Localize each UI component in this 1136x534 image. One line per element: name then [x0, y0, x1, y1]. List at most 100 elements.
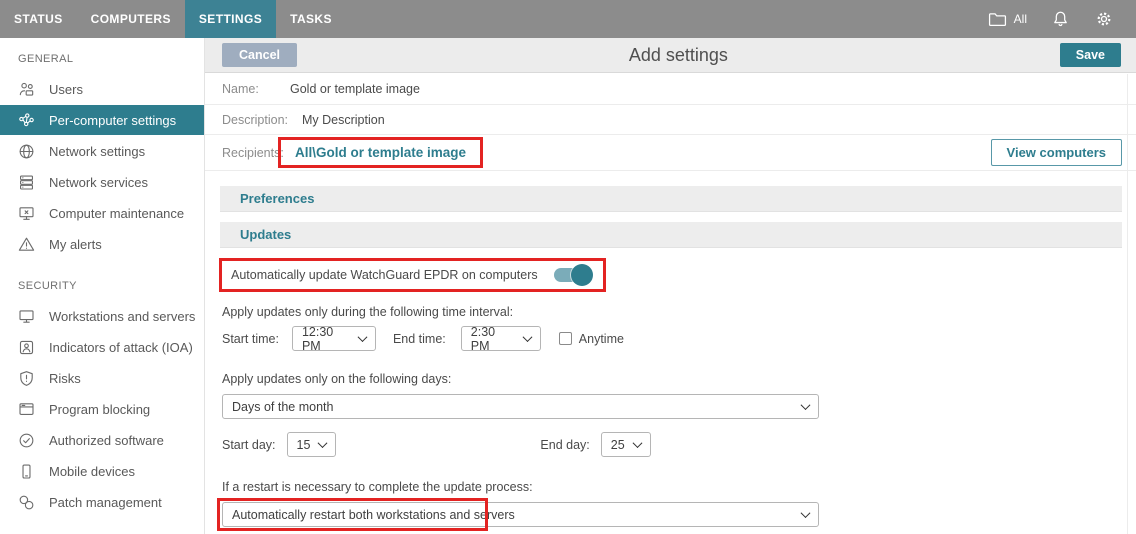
time-interval-row: Start time: 12:30 PM End time: 2:30 PM A… [222, 326, 1136, 351]
auto-update-label: Automatically update WatchGuard EPDR on … [231, 268, 538, 282]
nodes-icon [17, 111, 36, 130]
sidebar-section-title: GENERAL [18, 53, 204, 65]
sidebar-item-label: Mobile devices [49, 464, 135, 479]
recipients-highlight-box: All\Gold or template image [278, 137, 483, 168]
sidebar-item-network-services[interactable]: Network services [0, 167, 204, 197]
main-panel: Cancel Add settings Save Name: Gold or t… [205, 38, 1136, 534]
end-day-select[interactable]: 25 [601, 432, 651, 457]
sidebar-item-label: My alerts [49, 237, 102, 252]
anytime-checkbox[interactable] [559, 332, 572, 345]
group-filter-label: All [1014, 12, 1027, 26]
gear-icon [1094, 9, 1114, 29]
sidebar-item-authorized-software[interactable]: Authorized software [0, 425, 204, 455]
scrollbar-gutter[interactable] [1127, 74, 1128, 534]
anytime-label: Anytime [579, 332, 624, 346]
group-filter[interactable]: All [988, 11, 1027, 27]
preferences-title: Preferences [240, 191, 314, 206]
folder-icon [988, 11, 1007, 27]
settings-menu-button[interactable] [1094, 9, 1114, 29]
recipients-value-link[interactable]: All\Gold or template image [295, 145, 466, 160]
window-icon [17, 400, 36, 419]
shield-alert-icon [17, 369, 36, 388]
sidebar-item-label: Patch management [49, 495, 162, 510]
restart-select[interactable]: Automatically restart both workstations … [222, 502, 819, 527]
chevron-down-icon [632, 438, 642, 448]
end-day-value: 25 [611, 438, 625, 452]
end-time-value: 2:30 PM [471, 325, 515, 353]
start-day-value: 15 [297, 438, 311, 452]
sidebar-item-label: Per-computer settings [49, 113, 176, 128]
sidebar-item-mobile-devices[interactable]: Mobile devices [0, 456, 204, 486]
nav-right-icons: All [988, 0, 1136, 38]
monitor-x-icon [17, 204, 36, 223]
sidebar-item-computer-maintenance[interactable]: Computer maintenance [0, 198, 204, 228]
editor-header: Cancel Add settings Save [205, 38, 1136, 73]
cancel-button[interactable]: Cancel [222, 43, 297, 67]
save-button[interactable]: Save [1060, 43, 1121, 67]
interval-label: Apply updates only during the following … [222, 305, 1136, 319]
updates-content: Automatically update WatchGuard EPDR on … [205, 248, 1136, 527]
section-updates[interactable]: Updates [220, 222, 1122, 248]
start-day-label: Start day: [222, 438, 276, 452]
users-icon [17, 80, 36, 99]
days-label: Apply updates only on the following days… [222, 372, 1136, 386]
sidebar-item-label: Authorized software [49, 433, 164, 448]
restart-select-wrap: Automatically restart both workstations … [222, 502, 819, 527]
updates-title: Updates [240, 227, 291, 242]
start-time-value: 12:30 PM [302, 325, 350, 353]
tab-settings[interactable]: SETTINGS [185, 0, 276, 38]
tab-status[interactable]: STATUS [0, 0, 77, 38]
days-select[interactable]: Days of the month [222, 394, 819, 419]
sidebar-item-network-settings[interactable]: Network settings [0, 136, 204, 166]
notifications-button[interactable] [1051, 9, 1070, 29]
chevron-down-icon [801, 508, 811, 518]
sidebar: GENERAL Users Per-computer settings Network… [0, 38, 205, 534]
sidebar-item-label: Indicators of attack (IOA) [49, 340, 193, 355]
sidebar-section-title: SECURITY [18, 280, 204, 292]
day-range-row: Start day: 15 End day: 25 [222, 432, 1136, 457]
name-row: Name: Gold or template image [205, 73, 1136, 105]
patch-icon [17, 493, 36, 512]
description-row: Description: My Description [205, 105, 1136, 135]
sidebar-item-per-computer-settings[interactable]: Per-computer settings [0, 105, 204, 135]
warning-triangle-icon [17, 235, 36, 254]
start-time-label: Start time: [222, 332, 279, 346]
view-computers-button[interactable]: View computers [991, 139, 1122, 166]
sidebar-item-label: Network services [49, 175, 148, 190]
auto-update-highlight-box: Automatically update WatchGuard EPDR on … [219, 258, 606, 292]
sidebar-item-my-alerts[interactable]: My alerts [0, 229, 204, 259]
name-value[interactable]: Gold or template image [290, 82, 420, 96]
phone-icon [17, 462, 36, 481]
top-nav: STATUSCOMPUTERSSETTINGSTASKS All [0, 0, 1136, 38]
chevron-down-icon [358, 332, 368, 342]
person-badge-icon [17, 338, 36, 357]
description-value[interactable]: My Description [302, 113, 385, 127]
globe-icon [17, 142, 36, 161]
days-value: Days of the month [232, 400, 333, 414]
description-label: Description: [222, 113, 290, 127]
sidebar-item-risks[interactable]: Risks [0, 363, 204, 393]
sidebar-item-indicators-of-attack[interactable]: Indicators of attack (IOA) [0, 332, 204, 362]
sidebar-item-label: Workstations and servers [49, 309, 195, 324]
tab-computers[interactable]: COMPUTERS [77, 0, 185, 38]
start-time-select[interactable]: 12:30 PM [292, 326, 376, 351]
check-circle-icon [17, 431, 36, 450]
page-title: Add settings [297, 45, 1060, 66]
chevron-down-icon [522, 332, 532, 342]
sidebar-item-program-blocking[interactable]: Program blocking [0, 394, 204, 424]
end-time-select[interactable]: 2:30 PM [461, 326, 541, 351]
sidebar-item-label: Users [49, 82, 83, 97]
sidebar-item-workstations-and-servers[interactable]: Workstations and servers [0, 301, 204, 331]
section-preferences[interactable]: Preferences [220, 186, 1122, 212]
monitor-icon [17, 307, 36, 326]
sidebar-item-label: Computer maintenance [49, 206, 184, 221]
auto-update-toggle[interactable] [554, 268, 590, 282]
tab-tasks[interactable]: TASKS [276, 0, 346, 38]
sidebar-item-patch-management[interactable]: Patch management [0, 487, 204, 517]
bell-icon [1051, 9, 1070, 29]
server-icon [17, 173, 36, 192]
sidebar-item-users[interactable]: Users [0, 74, 204, 104]
start-day-select[interactable]: 15 [287, 432, 337, 457]
sidebar-item-label: Risks [49, 371, 81, 386]
restart-label: If a restart is necessary to complete th… [222, 480, 1136, 494]
